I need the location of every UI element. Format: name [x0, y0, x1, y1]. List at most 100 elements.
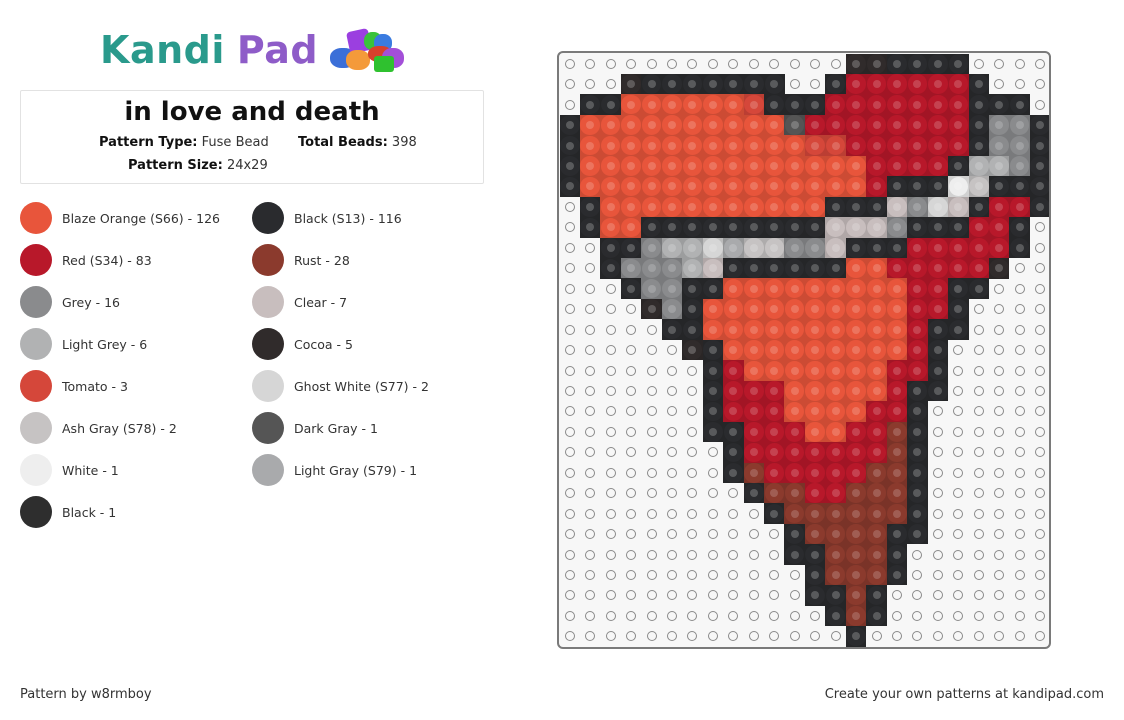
- bead-icon: [764, 217, 784, 238]
- bead-icon: [846, 258, 866, 278]
- bead-hole: [811, 121, 820, 130]
- bead-hole: [790, 530, 799, 539]
- peg-icon: [1014, 324, 1025, 335]
- bead-icon: [846, 340, 866, 360]
- bead-icon: [887, 340, 907, 360]
- bead-hole: [790, 346, 799, 355]
- bead: [948, 135, 969, 156]
- empty-peg: [969, 54, 990, 75]
- bead-hole: [790, 489, 799, 498]
- color-swatch: [20, 202, 52, 234]
- bead-icon: [866, 442, 887, 463]
- bead-icon: [866, 401, 887, 422]
- bead: [866, 380, 887, 402]
- bead-icon: [764, 238, 784, 258]
- bead-hole: [668, 100, 676, 109]
- peg-icon: [973, 570, 984, 580]
- bead-hole: [954, 305, 963, 314]
- empty-peg: [580, 299, 601, 320]
- bead-icon: [866, 463, 887, 483]
- empty-peg: [989, 626, 1010, 647]
- legend-item: Clear - 7: [252, 286, 347, 318]
- bead-icon: [928, 135, 948, 156]
- bead: [845, 421, 867, 443]
- bead-hole: [565, 121, 574, 130]
- peg-icon: [605, 467, 616, 478]
- bead: [661, 135, 683, 156]
- bead-hole: [790, 305, 799, 314]
- empty-peg: [866, 626, 887, 647]
- peg-icon: [564, 426, 575, 437]
- bead: [804, 380, 826, 402]
- bead: [948, 196, 969, 218]
- bead-hole: [892, 305, 901, 314]
- bead-hole: [811, 550, 820, 559]
- bead-icon: [784, 524, 805, 544]
- bead-icon: [744, 299, 764, 319]
- peg-icon: [564, 508, 575, 519]
- empty-peg: [723, 503, 744, 524]
- bead-hole: [954, 162, 963, 170]
- bead-icon: [928, 258, 948, 278]
- bead: [661, 319, 683, 340]
- bead-hole: [831, 264, 840, 273]
- bead-hole: [729, 80, 738, 89]
- bead-icon: [907, 319, 928, 340]
- bead: [620, 135, 642, 156]
- empty-peg: [969, 585, 990, 606]
- bead-hole: [892, 366, 901, 375]
- bead-icon: [580, 115, 600, 135]
- bead-icon: [887, 442, 907, 463]
- peg-icon: [605, 426, 616, 437]
- peg-icon: [953, 590, 964, 601]
- bead-icon: [846, 74, 866, 94]
- empty-peg: [948, 401, 969, 422]
- color-swatch: [252, 202, 284, 234]
- bead-hole: [749, 346, 758, 355]
- bead: [927, 217, 949, 238]
- bead-icon: [907, 463, 928, 483]
- empty-peg: [621, 626, 642, 647]
- bead-hole: [852, 59, 861, 68]
- bead-hole: [811, 162, 820, 170]
- bead-icon: [1009, 156, 1030, 176]
- bead-hole: [852, 305, 861, 314]
- empty-peg: [928, 463, 949, 484]
- kandipad-logo[interactable]: Kandi Pad: [100, 27, 405, 72]
- bead-icon: [682, 299, 703, 319]
- bead-icon: [846, 217, 866, 238]
- bead: [825, 339, 846, 361]
- bead: [948, 53, 969, 74]
- color-swatch: [20, 286, 52, 318]
- bead-icon: [621, 115, 641, 135]
- bead: [825, 482, 846, 504]
- bead: [907, 503, 928, 524]
- peg-icon: [994, 324, 1005, 335]
- bead-hole: [729, 407, 738, 416]
- bead-hole: [872, 284, 881, 293]
- peg-icon: [973, 549, 984, 560]
- bead-hole: [811, 489, 820, 498]
- kandipad-promo-link[interactable]: Create your own patterns at kandipad.com: [825, 687, 1104, 702]
- peg-icon: [769, 570, 780, 580]
- bead: [804, 564, 826, 586]
- bead: [907, 380, 928, 402]
- bead-hole: [852, 141, 861, 150]
- bead-hole: [811, 141, 820, 150]
- bead-hole: [933, 80, 942, 89]
- peg-icon: [973, 58, 984, 69]
- bead: [661, 155, 683, 177]
- bead-hole: [831, 468, 840, 477]
- legend-label: Light Grey - 6: [62, 336, 148, 352]
- bead-hole: [606, 202, 615, 211]
- empty-peg: [703, 565, 724, 586]
- bead: [845, 605, 867, 627]
- legend-label: White - 1: [62, 462, 119, 478]
- bead-icon: [948, 258, 969, 278]
- color-swatch: [20, 496, 52, 528]
- bead: [948, 217, 969, 238]
- peg-icon: [687, 426, 698, 437]
- bead: [743, 155, 765, 177]
- peg-icon: [728, 590, 739, 601]
- bead: [968, 237, 989, 259]
